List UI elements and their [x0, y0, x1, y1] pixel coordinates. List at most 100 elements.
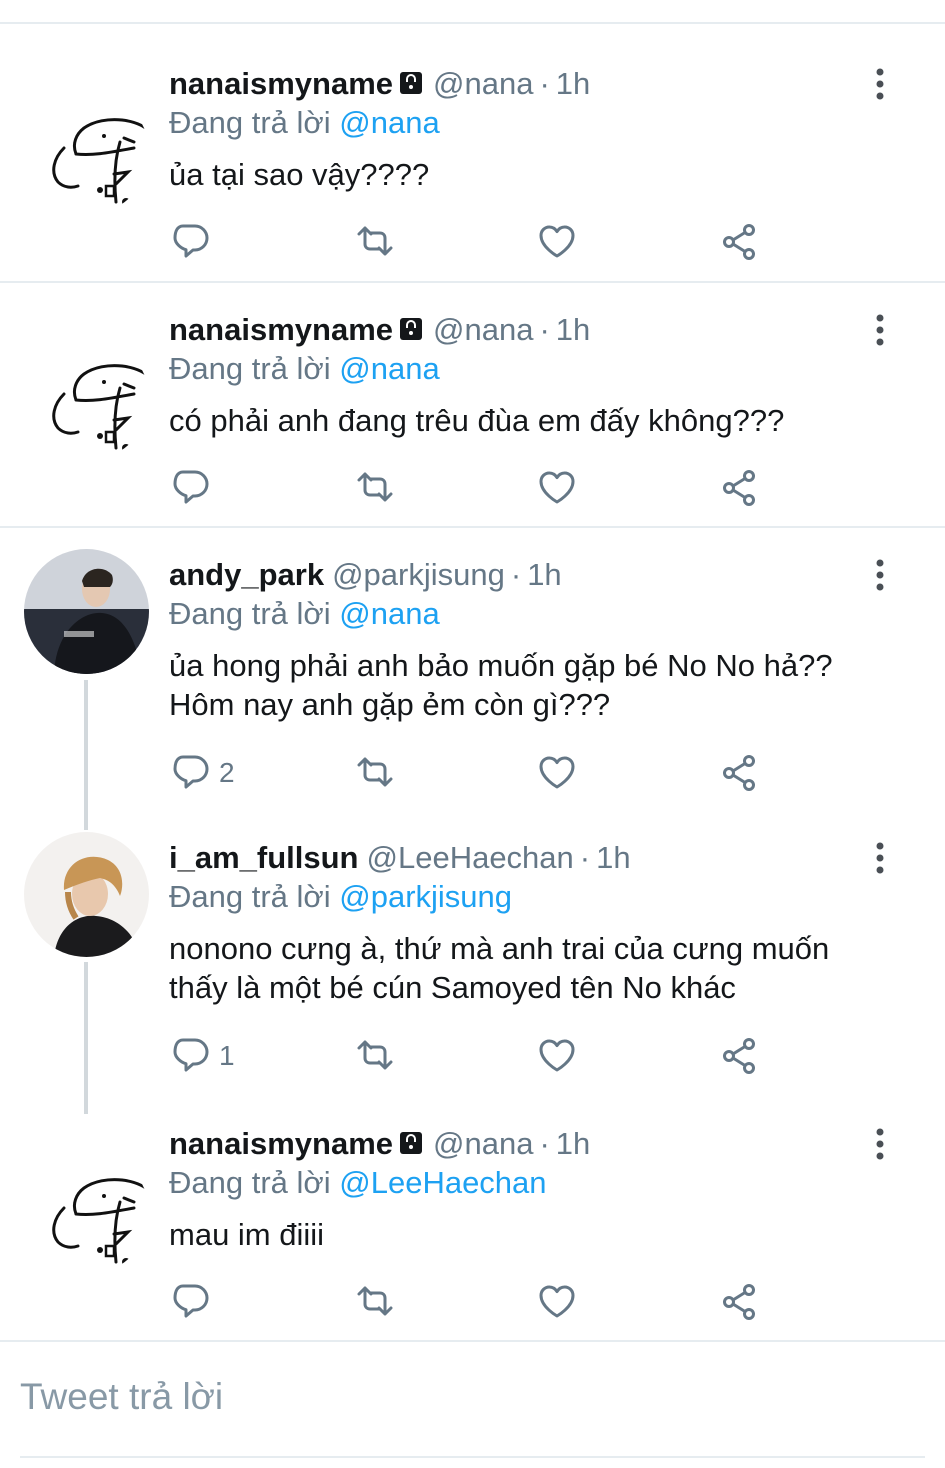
- retweet-button[interactable]: [353, 1280, 397, 1324]
- avatar[interactable]: [24, 90, 149, 215]
- handle[interactable]: @nana: [433, 66, 533, 101]
- timestamp[interactable]: 1h: [527, 557, 561, 592]
- reply-composer-input[interactable]: Tweet trả lời: [20, 1376, 223, 1418]
- reply-mention[interactable]: @nana: [339, 596, 439, 631]
- reply-button[interactable]: [169, 466, 219, 510]
- tweet-text-line: mau im điiii: [169, 1217, 325, 1252]
- reply-prefix: Đang trả lời: [169, 879, 331, 914]
- lock-icon: [399, 1131, 423, 1155]
- reply-icon: [173, 1038, 209, 1072]
- retweet-button[interactable]: [353, 466, 397, 510]
- tweet-header: nanaismyname @nana · 1h: [169, 1124, 590, 1164]
- like-icon: [539, 1285, 575, 1318]
- share-button[interactable]: [717, 466, 761, 510]
- composer-divider: [0, 1340, 945, 1342]
- like-button[interactable]: [535, 220, 579, 264]
- reply-mention[interactable]: @LeeHaechan: [339, 1165, 546, 1200]
- tweet-text: ủa hong phải anh bảo muốn gặp bé No No h…: [169, 646, 909, 724]
- handle[interactable]: @nana: [433, 312, 533, 347]
- tweet-text: mau im điiii: [169, 1215, 909, 1254]
- separator: ·: [539, 312, 550, 347]
- avatar[interactable]: [24, 1150, 149, 1275]
- retweet-icon: [357, 1040, 393, 1070]
- more-icon[interactable]: [862, 312, 898, 348]
- reply-icon: [173, 755, 209, 789]
- share-button[interactable]: [717, 1034, 761, 1078]
- like-button[interactable]: [535, 466, 579, 510]
- handle[interactable]: @LeeHaechan: [367, 840, 574, 875]
- reply-button[interactable]: [169, 220, 219, 264]
- avatar[interactable]: [24, 832, 149, 957]
- reply-button[interactable]: 2: [169, 751, 235, 795]
- reply-button[interactable]: [169, 1280, 219, 1324]
- share-icon: [723, 1284, 755, 1320]
- share-button[interactable]: [717, 1280, 761, 1324]
- like-button[interactable]: [535, 1034, 579, 1078]
- action-bar: [169, 220, 769, 264]
- share-button[interactable]: [717, 751, 761, 795]
- tweet-text-line: thấy là một bé cún Samoyed tên No khác: [169, 970, 736, 1005]
- reply-prefix: Đang trả lời: [169, 596, 331, 631]
- like-icon: [539, 471, 575, 504]
- timestamp[interactable]: 1h: [556, 66, 590, 101]
- like-icon: [539, 756, 575, 789]
- timestamp[interactable]: 1h: [556, 1126, 590, 1161]
- display-name[interactable]: i_am_fullsun: [169, 840, 359, 875]
- like-button[interactable]: [535, 1280, 579, 1324]
- display-name[interactable]: andy_park: [169, 557, 324, 592]
- display-name[interactable]: nanaismyname: [169, 1126, 393, 1161]
- reply-context: Đang trả lời @nana: [169, 349, 440, 389]
- more-icon[interactable]: [862, 840, 898, 876]
- reply-mention[interactable]: @nana: [339, 351, 439, 386]
- retweet-button[interactable]: [353, 220, 397, 264]
- tweet-header: nanaismyname @nana · 1h: [169, 310, 590, 350]
- timestamp[interactable]: 1h: [556, 312, 590, 347]
- reply-context: Đang trả lời @nana: [169, 594, 440, 634]
- like-button[interactable]: [535, 751, 579, 795]
- retweet-button[interactable]: [353, 751, 397, 795]
- reply-mention[interactable]: @parkjisung: [339, 879, 512, 914]
- top-divider: [0, 22, 945, 24]
- timestamp[interactable]: 1h: [596, 840, 630, 875]
- action-bar: [169, 466, 769, 510]
- tweet-text-line: ủa tại sao vậy????: [169, 157, 430, 192]
- separator: ·: [579, 840, 591, 875]
- share-icon: [723, 755, 755, 791]
- reply-prefix: Đang trả lời: [169, 1165, 331, 1200]
- separator: ·: [539, 66, 550, 101]
- handle[interactable]: @parkjisung: [332, 557, 505, 592]
- separator: ·: [510, 557, 522, 592]
- more-icon[interactable]: [862, 557, 898, 593]
- more-icon[interactable]: [862, 66, 898, 102]
- reply-icon: [173, 224, 209, 258]
- tweet-text: nonono cưng à, thứ mà anh trai của cưng …: [169, 929, 909, 1007]
- tweet-header: andy_park @parkjisung · 1h: [169, 555, 562, 595]
- tweet-text-line: nonono cưng à, thứ mà anh trai của cưng …: [169, 931, 830, 966]
- thread-line: [84, 962, 88, 1114]
- tweet-header: i_am_fullsun @LeeHaechan · 1h: [169, 838, 631, 878]
- tweet-text: ủa tại sao vậy????: [169, 155, 909, 194]
- handle[interactable]: @nana: [433, 1126, 533, 1161]
- reply-mention[interactable]: @nana: [339, 105, 439, 140]
- action-bar: 2: [169, 751, 769, 795]
- tweet-divider: [0, 281, 945, 283]
- doodle-avatar-icon: [24, 336, 149, 461]
- share-icon: [723, 470, 755, 506]
- display-name[interactable]: nanaismyname: [169, 312, 393, 347]
- reply-count: 2: [219, 757, 235, 788]
- action-bar: 1: [169, 1034, 769, 1078]
- doodle-avatar-icon: [24, 90, 149, 215]
- action-bar: [169, 1280, 769, 1324]
- share-icon: [723, 1038, 755, 1074]
- lock-icon: [399, 317, 423, 341]
- share-button[interactable]: [717, 220, 761, 264]
- reply-button[interactable]: 1: [169, 1034, 235, 1078]
- reply-icon: [173, 1284, 209, 1318]
- avatar[interactable]: [24, 336, 149, 461]
- avatar[interactable]: [24, 549, 149, 674]
- lock-icon: [399, 71, 423, 95]
- tweet-header: nanaismyname @nana · 1h: [169, 64, 590, 104]
- more-icon[interactable]: [862, 1126, 898, 1162]
- retweet-button[interactable]: [353, 1034, 397, 1078]
- display-name[interactable]: nanaismyname: [169, 66, 393, 101]
